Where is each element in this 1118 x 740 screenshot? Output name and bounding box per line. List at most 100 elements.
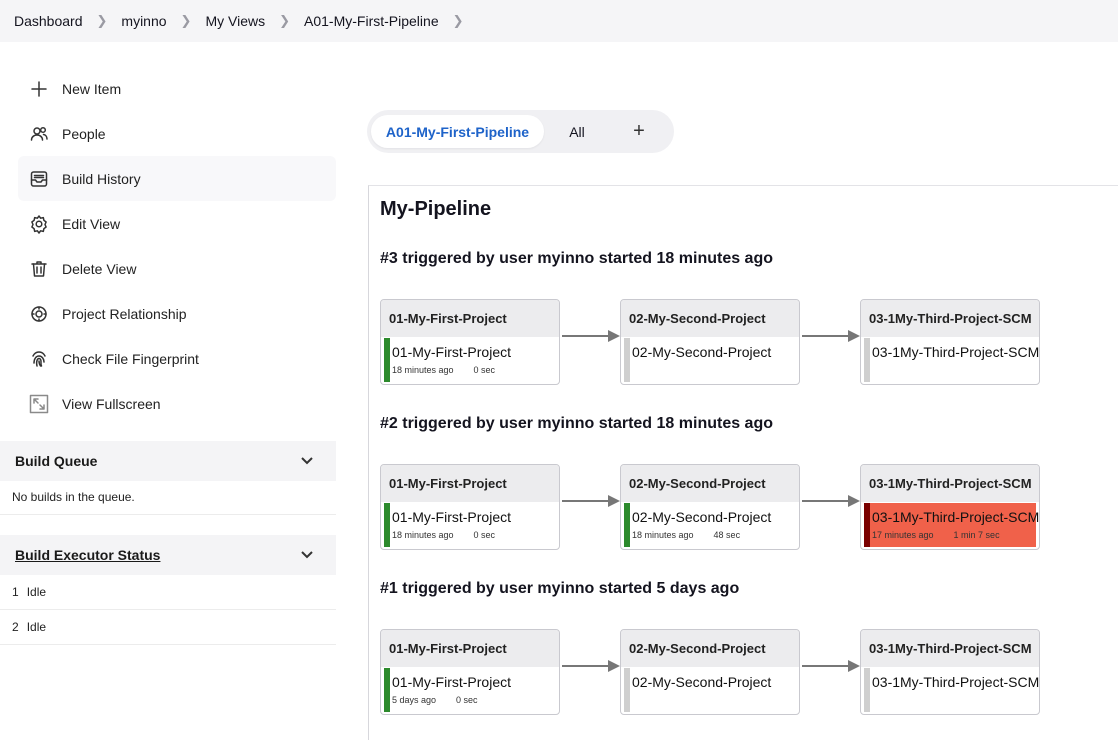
pipeline-stage[interactable]: 02-My-Second-Project 02-My-Second-Projec… — [620, 629, 800, 715]
task-label: Check File Fingerprint — [62, 350, 199, 367]
fingerprint-icon — [28, 348, 50, 370]
tab-a01-my-first-pipeline[interactable]: A01-My-First-Pipeline — [371, 115, 544, 148]
task-check-fingerprint[interactable]: Check File Fingerprint — [18, 336, 336, 381]
pipeline-stage[interactable]: 01-My-First-Project 01-My-First-Project … — [380, 629, 560, 715]
arrow-icon — [562, 658, 622, 674]
add-view-button[interactable]: + — [610, 115, 668, 148]
pipeline-stage[interactable]: 03-1My-Third-Project-SCM 03-1My-Third-Pr… — [860, 299, 1040, 385]
tab-all[interactable]: All — [544, 115, 610, 148]
pipeline-stage[interactable]: 03-1My-Third-Project-SCM 03-1My-Third-Pr… — [860, 464, 1040, 550]
task-build-history[interactable]: Build History — [18, 156, 336, 201]
stage-meta: 5 days ago 0 sec — [392, 695, 478, 705]
stage-header[interactable]: 03-1My-Third-Project-SCM — [861, 630, 1039, 667]
stage-header[interactable]: 01-My-First-Project — [381, 630, 559, 667]
task-label: Delete View — [62, 260, 137, 277]
inbox-icon — [28, 168, 50, 190]
breadcrumb-dashboard[interactable]: Dashboard — [14, 13, 83, 29]
task-project-relationship[interactable]: Project Relationship — [18, 291, 336, 336]
stage-build[interactable]: 03-1My-Third-Project-SCM — [864, 668, 1040, 712]
status-bar — [384, 668, 390, 712]
chevron-right-icon[interactable]: ❯ — [97, 13, 108, 29]
stage-build[interactable]: 02-My-Second-Project — [624, 668, 796, 712]
stage-build[interactable]: 01-My-First-Project 18 minutes ago 0 sec — [384, 338, 556, 382]
stage-build[interactable]: 03-1My-Third-Project-SCM — [864, 338, 1040, 382]
stage-header[interactable]: 01-My-First-Project — [381, 300, 559, 337]
stage-time: 18 minutes ago — [392, 530, 454, 540]
stage-time: 18 minutes ago — [392, 365, 454, 375]
breadcrumb: Dashboard ❯ myinno ❯ My Views ❯ A01-My-F… — [0, 0, 1118, 42]
breadcrumb-user[interactable]: myinno — [121, 13, 166, 29]
view-tabs: A01-My-First-Pipeline All + — [367, 110, 674, 153]
build-title: #1 triggered by user myinno started 5 da… — [380, 580, 740, 597]
task-view-fullscreen[interactable]: View Fullscreen — [18, 381, 336, 426]
stage-header[interactable]: 03-1My-Third-Project-SCM — [861, 300, 1039, 337]
task-label: New Item — [62, 80, 122, 97]
stage-name: 03-1My-Third-Project-SCM — [872, 344, 1040, 360]
stage-header[interactable]: 02-My-Second-Project — [621, 300, 799, 337]
build-queue-title: Build Queue — [15, 453, 98, 469]
status-bar — [384, 338, 390, 382]
pipeline-stage[interactable]: 01-My-First-Project 01-My-First-Project … — [380, 299, 560, 385]
fullscreen-icon — [28, 393, 50, 415]
task-label: View Fullscreen — [62, 395, 161, 412]
status-bar — [624, 338, 630, 382]
pipeline-stage[interactable]: 03-1My-Third-Project-SCM 03-1My-Third-Pr… — [860, 629, 1040, 715]
breadcrumb-view[interactable]: A01-My-First-Pipeline — [304, 13, 439, 29]
chevron-down-icon[interactable] — [300, 453, 314, 470]
gear-icon — [28, 213, 50, 235]
pipeline-view: My-Pipeline #3 triggered by user myinno … — [368, 185, 1118, 740]
stage-duration: 0 sec — [473, 530, 496, 540]
task-label: Edit View — [62, 215, 121, 232]
stage-name: 03-1My-Third-Project-SCM — [872, 674, 1040, 690]
executor-row: 2 Idle — [0, 610, 336, 645]
sidebar-tasks: New Item People Build History Edit View … — [18, 66, 336, 426]
build-title: #3 triggered by user myinno started 18 m… — [380, 250, 773, 267]
plus-icon — [28, 78, 50, 100]
chevron-down-icon[interactable] — [300, 547, 314, 564]
stage-name: 02-My-Second-Project — [632, 509, 772, 525]
executor-row: 1 Idle — [0, 575, 336, 610]
task-delete-view[interactable]: Delete View — [18, 246, 336, 291]
stage-header[interactable]: 02-My-Second-Project — [621, 465, 799, 502]
pipeline-stage[interactable]: 02-My-Second-Project 02-My-Second-Projec… — [620, 464, 800, 550]
stage-meta: 18 minutes ago 48 sec — [632, 530, 740, 540]
stage-duration: 0 sec — [456, 695, 478, 705]
stage-meta: 17 minutes ago 1 min 7 sec — [872, 530, 1000, 540]
executor-status-header[interactable]: Build Executor Status — [0, 535, 336, 575]
trash-icon — [28, 258, 50, 280]
stage-build[interactable]: 02-My-Second-Project — [624, 338, 796, 382]
build-queue-empty: No builds in the queue. — [0, 480, 336, 515]
executor-state: Idle — [26, 585, 47, 599]
stage-meta: 18 minutes ago 0 sec — [392, 365, 495, 375]
stage-build[interactable]: 02-My-Second-Project 18 minutes ago 48 se… — [624, 503, 796, 547]
status-bar — [864, 338, 870, 382]
build-queue-header[interactable]: Build Queue — [0, 441, 336, 481]
stage-header[interactable]: 01-My-First-Project — [381, 465, 559, 502]
stage-duration: 0 sec — [473, 365, 496, 375]
stage-build[interactable]: 01-My-First-Project 5 days ago 0 sec — [384, 668, 556, 712]
executor-number: 2 — [12, 620, 19, 634]
chevron-right-icon[interactable]: ❯ — [181, 13, 192, 29]
status-bar — [864, 668, 870, 712]
stage-build-failed[interactable]: 03-1My-Third-Project-SCM 17 minutes ago 1… — [864, 503, 1039, 547]
stage-time: 17 minutes ago — [872, 530, 934, 540]
executor-status-title[interactable]: Build Executor Status — [15, 547, 160, 563]
pipeline-stage[interactable]: 02-My-Second-Project 02-My-Second-Projec… — [620, 299, 800, 385]
chevron-right-icon[interactable]: ❯ — [279, 13, 290, 29]
chevron-right-icon[interactable]: ❯ — [453, 13, 464, 29]
stage-name: 02-My-Second-Project — [632, 344, 772, 360]
stage-build[interactable]: 01-My-First-Project 18 minutes ago 0 sec — [384, 503, 556, 547]
stage-header[interactable]: 03-1My-Third-Project-SCM — [861, 465, 1039, 502]
breadcrumb-my-views[interactable]: My Views — [205, 13, 265, 29]
task-new-item[interactable]: New Item — [18, 66, 336, 111]
task-people[interactable]: People — [18, 111, 336, 156]
relationship-icon — [28, 303, 50, 325]
executor-state: Idle — [26, 620, 47, 634]
build-title: #2 triggered by user myinno started 18 m… — [380, 415, 773, 432]
stage-name: 01-My-First-Project — [392, 509, 512, 525]
task-edit-view[interactable]: Edit View — [18, 201, 336, 246]
stage-header[interactable]: 02-My-Second-Project — [621, 630, 799, 667]
task-label: Build History — [62, 170, 141, 187]
arrow-icon — [562, 493, 622, 509]
pipeline-stage[interactable]: 01-My-First-Project 01-My-First-Project … — [380, 464, 560, 550]
